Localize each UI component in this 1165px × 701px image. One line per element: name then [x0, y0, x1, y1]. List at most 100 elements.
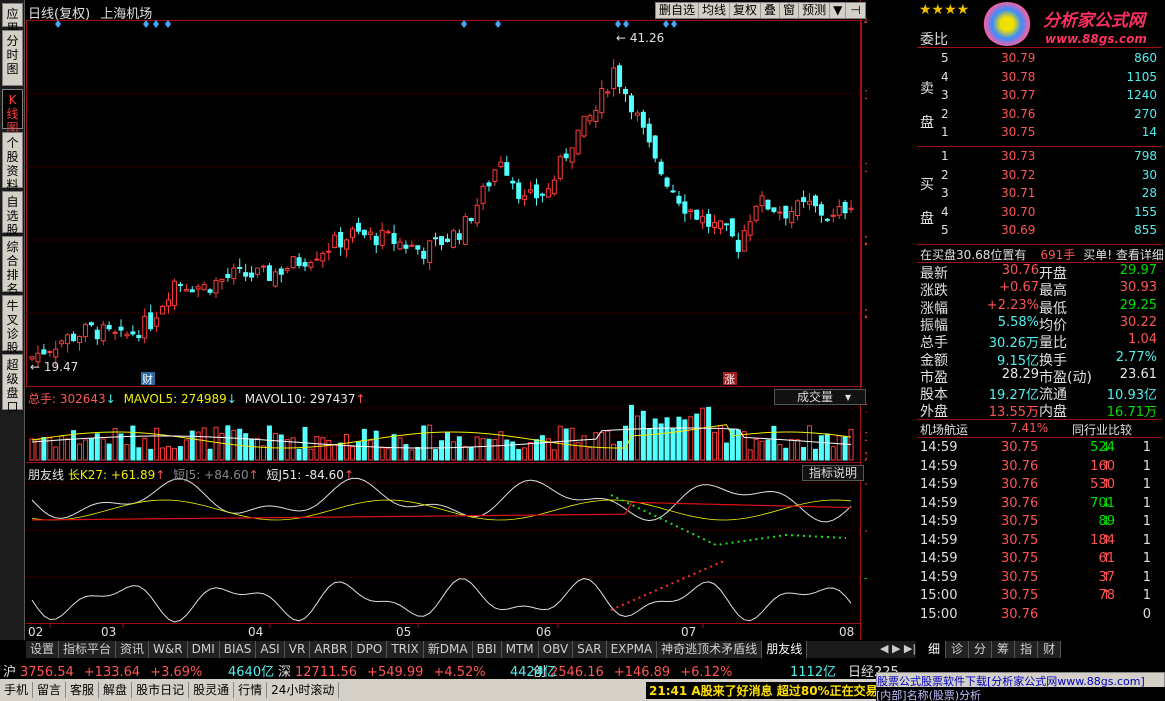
volume-bar [599, 431, 605, 461]
volume-bar [88, 438, 94, 461]
stock-chart[interactable]: 42.4737.6432.8127.9823.157823139115X10+1… [26, 0, 908, 640]
bottom-button[interactable]: 客服 [66, 682, 100, 698]
divider [917, 244, 1162, 245]
candle [391, 224, 397, 251]
quote-row: 金额 9.15亿 换手 2.77% [920, 349, 1157, 369]
signal-diamond [165, 20, 171, 28]
right-tab[interactable]: 筹 [992, 641, 1016, 658]
bottom-button[interactable]: 手机 [0, 682, 34, 698]
indicator-dropdown[interactable]: 成交量 ▾ [774, 389, 866, 405]
volume-bar [290, 437, 296, 461]
left-tab-5[interactable]: 综合排名 [2, 236, 23, 296]
right-tab[interactable]: 诊 [946, 641, 970, 658]
quote-row: 总手 30.26万 量比 1.04 [920, 332, 1157, 352]
sell-row[interactable]: 2 30.76 270 [917, 107, 1157, 125]
indicator-tab[interactable]: MTM [501, 641, 539, 658]
sell-row[interactable]: 5 30.79 860 [917, 51, 1157, 69]
ind-axis-label: -33.33 [864, 571, 867, 585]
date-label: 04 [248, 625, 263, 639]
sell-row[interactable]: 4 30.78 1105 [917, 70, 1157, 88]
indicator-tab[interactable]: BIAS [219, 641, 257, 658]
indicator-tab[interactable]: ARBR [310, 641, 353, 658]
candle [801, 190, 807, 208]
indicator-tab[interactable]: W&R [149, 641, 188, 658]
volume-bar [355, 441, 361, 461]
sell-row[interactable]: 3 30.77 1240 [917, 88, 1157, 106]
indicator-help-button[interactable]: 指标说明 [802, 465, 864, 481]
volume-bar [160, 447, 166, 461]
toolbar-button-3[interactable]: 叠 [761, 3, 781, 18]
indicator-tab[interactable]: OBV [538, 641, 574, 658]
toolbar-button-1[interactable]: 均线 [699, 3, 731, 18]
toolbar-button-2[interactable]: 复权 [730, 3, 762, 18]
tab-scroll-arrows[interactable]: ◀ ▶ ▶| [880, 642, 916, 655]
left-tab-6[interactable]: 牛叉诊股 [2, 295, 23, 355]
left-tab-7[interactable]: 超级盘口 [2, 354, 23, 414]
bottom-button[interactable]: 留言 [33, 682, 67, 698]
sell-row[interactable]: 1 30.75 14 [917, 125, 1157, 143]
buy-row[interactable]: 3 30.71 28 [917, 186, 1157, 204]
bottom-button[interactable]: 股市日记 [132, 682, 190, 698]
indicator-tab[interactable]: 指标平台 [59, 641, 117, 658]
volume-bar [35, 439, 41, 461]
left-tab-0[interactable]: 应用 [2, 3, 23, 35]
index-amount: 4424亿 [510, 665, 557, 680]
left-tab-2[interactable]: K线图 [2, 89, 23, 135]
news-ticker[interactable]: 21:41 A股来了好消息 超过80%正在交易时间 [646, 682, 876, 699]
left-tab-3[interactable]: 个股资料 [2, 132, 23, 192]
indicator-tab[interactable]: SAR [573, 641, 607, 658]
candle [688, 208, 694, 220]
right-tab[interactable]: 细 [923, 641, 947, 658]
volume-bar [320, 437, 326, 461]
buy-row[interactable]: 5 30.69 855 [917, 223, 1157, 241]
bottom-button[interactable]: 股灵通 [189, 682, 235, 698]
toolbar-button-0[interactable]: 删自选 [656, 3, 700, 18]
indicator-tab[interactable]: 新DMA [423, 641, 473, 658]
indicator-tab[interactable]: ASI [256, 641, 285, 658]
volume-bar [783, 447, 789, 461]
bottom-button[interactable]: 24小时滚动 [267, 682, 340, 698]
toolbar-button-4[interactable]: 窗 [780, 3, 800, 18]
index-item[interactable]: 创 2546.16 +146.89 +6.12% [533, 661, 732, 680]
order-notice[interactable]: 在买盘30.68位置有 691手 买单! 查看详细 [920, 246, 1164, 263]
toolbar-button-5[interactable]: 预测 [799, 3, 831, 18]
index-item[interactable]: 深 12711.56 +549.99 +4.52% [278, 661, 486, 680]
buy-row[interactable]: 1 30.73 798 [917, 149, 1157, 167]
indicator-tabs: 设置 指标平台 资讯 W&R DMI BIAS ASI VR ARBR DPO TRIX 新DMA BB… [26, 641, 916, 658]
indicator-tab[interactable]: 设置 [26, 641, 60, 658]
indicator-tab[interactable]: 朋友线 [762, 641, 808, 658]
candle [735, 232, 741, 259]
index-item[interactable]: 沪 3756.54 +133.64 +3.69% [3, 661, 202, 680]
bottom-button[interactable]: 解盘 [99, 682, 133, 698]
left-tab-4[interactable]: 自选股 [2, 191, 23, 237]
volume-bar [444, 432, 450, 461]
high-label: ← 41.26 [616, 31, 664, 45]
volume-bar [433, 449, 439, 461]
pin-icon[interactable]: ⊣ [846, 3, 864, 18]
toolbar-button-6[interactable]: ▼ [830, 3, 847, 18]
indicator-tab[interactable]: DMI [187, 641, 220, 658]
indicator-tab[interactable]: BBI [472, 641, 502, 658]
index-amount: 4640亿 [228, 665, 275, 680]
volume-bar [177, 446, 183, 461]
volume-bar [361, 428, 367, 461]
indicator-tab[interactable]: 资讯 [116, 641, 150, 658]
candle [433, 232, 439, 247]
right-tab[interactable]: 指 [1015, 641, 1039, 658]
indicator-tab[interactable]: 神奇逃顶术矛盾线 [657, 641, 763, 658]
buy-row[interactable]: 2 30.72 30 [917, 168, 1157, 186]
right-tab[interactable]: 分 [969, 641, 993, 658]
bottom-button[interactable]: 行情 [234, 682, 268, 698]
chart-area[interactable]: 42.4737.6432.8127.9823.157823139115X10+1… [26, 0, 908, 640]
indicator-tab[interactable]: VR [284, 641, 311, 658]
indicator-tab[interactable]: EXPMA [606, 641, 658, 658]
volume-bar [124, 444, 130, 461]
candle [551, 175, 557, 196]
indicator-tab[interactable]: DPO [352, 641, 388, 658]
indicator-tab[interactable]: TRIX [387, 641, 424, 658]
candle [712, 214, 718, 235]
sector-row[interactable]: 机场航运 7.41% 同行业比较 [920, 421, 1160, 438]
buy-row[interactable]: 4 30.70 155 [917, 205, 1157, 223]
left-tab-1[interactable]: 分时图 [2, 30, 23, 86]
right-tab[interactable]: 财 [1038, 641, 1062, 658]
